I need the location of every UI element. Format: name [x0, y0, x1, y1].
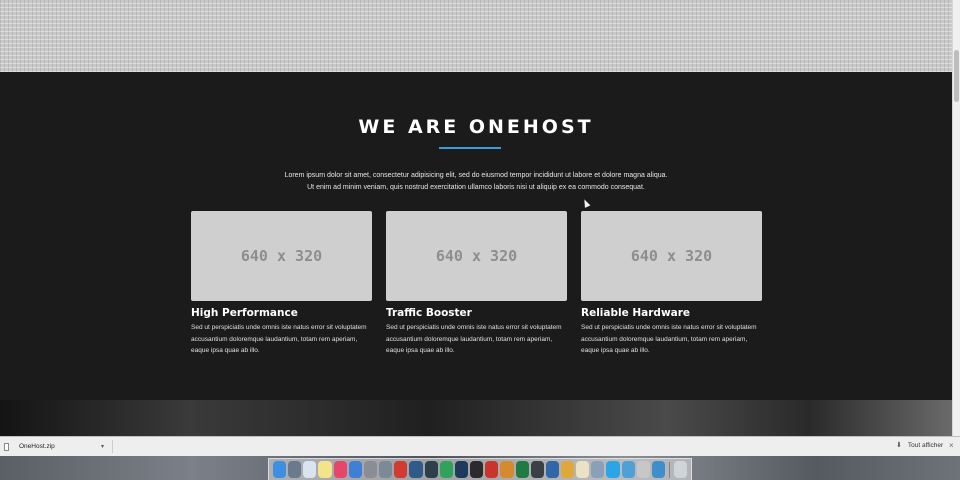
screen-sharing-icon[interactable] [409, 461, 423, 478]
disk-utility-icon[interactable] [379, 461, 393, 478]
safari-icon[interactable] [303, 461, 317, 478]
preview-icon[interactable] [591, 461, 605, 478]
title-underline [439, 147, 501, 149]
notes-icon[interactable] [318, 461, 332, 478]
page-scrollbar[interactable] [952, 0, 960, 436]
macos-dock [268, 458, 692, 480]
show-all-label: Tout afficher [907, 441, 944, 449]
excel-icon[interactable] [515, 461, 529, 478]
terminal-icon[interactable] [470, 461, 484, 478]
close-icon[interactable]: × [949, 441, 954, 450]
download-divider [112, 440, 113, 453]
feature-text: Sed ut perspiciatis unde omnis iste natu… [191, 324, 367, 354]
red-app-icon[interactable] [394, 461, 408, 478]
chevron-down-icon[interactable]: ▾ [101, 443, 104, 450]
about-section: WE ARE ONEHOST Lorem ipsum dolor sit ame… [0, 72, 952, 400]
skype-icon[interactable] [606, 461, 620, 478]
zip-file-icon [4, 442, 9, 451]
filezilla-icon[interactable] [485, 461, 499, 478]
intro-line-2: Ut enim ad minim veniam, quis nostrud ex… [307, 184, 645, 191]
feature-title: Reliable Hardware [581, 307, 691, 319]
download-shelf: OneHost.zip ▾ ⬇ Tout afficher × [0, 436, 960, 456]
feature-image-placeholder: 640 x 320 [581, 211, 762, 301]
feature-title: Traffic Booster [386, 307, 472, 319]
section-intro: Lorem ipsum dolor sit amet, consectetur … [226, 170, 726, 194]
finder-icon[interactable] [273, 461, 287, 478]
launchpad-icon[interactable] [288, 461, 302, 478]
feature-card: 640 x 320 Traffic Booster Sed ut perspic… [386, 211, 567, 357]
trello-icon[interactable] [621, 461, 635, 478]
browser-viewport: WE ARE ONEHOST Lorem ipsum dolor sit ame… [0, 0, 952, 436]
activity-monitor-icon[interactable] [424, 461, 438, 478]
system-preferences-icon[interactable] [363, 461, 378, 478]
download-item[interactable]: OneHost.zip ▾ [4, 440, 104, 453]
intro-line-1: Lorem ipsum dolor sit amet, consectetur … [284, 172, 668, 179]
feature-image-placeholder: 640 x 320 [386, 211, 567, 301]
feature-text: Sed ut perspiciatis unde omnis iste natu… [581, 324, 757, 354]
green-app-icon[interactable] [439, 461, 453, 478]
feature-image-placeholder: 640 x 320 [191, 211, 372, 301]
feature-card: 640 x 320 High Performance Sed ut perspi… [191, 211, 372, 357]
window-app-icon[interactable] [545, 461, 559, 478]
app-store-icon[interactable] [348, 461, 362, 478]
section-title: WE ARE ONEHOST [358, 116, 594, 138]
show-all-downloads-link[interactable]: ⬇ Tout afficher [896, 441, 944, 450]
chart-app-icon[interactable] [500, 461, 514, 478]
photoshop-icon[interactable] [454, 461, 469, 478]
sequel-pro-icon[interactable] [636, 461, 650, 478]
dark-app-icon[interactable] [530, 461, 544, 478]
globe-icon[interactable] [651, 461, 666, 478]
dock-separator [669, 461, 670, 478]
chrome-icon[interactable] [576, 461, 590, 478]
download-file-name: OneHost.zip [19, 443, 55, 450]
itunes-icon[interactable] [333, 461, 347, 478]
feature-title: High Performance [191, 307, 298, 319]
next-section-background [0, 400, 952, 436]
scrollbar-thumb[interactable] [954, 50, 959, 102]
header-pattern-background [0, 0, 952, 72]
download-arrow-icon: ⬇ [896, 442, 902, 449]
feature-text: Sed ut perspiciatis unde omnis iste natu… [386, 324, 562, 354]
cyberduck-icon[interactable] [560, 461, 575, 478]
feature-card: 640 x 320 Reliable Hardware Sed ut persp… [581, 211, 762, 357]
trash-icon[interactable] [673, 461, 687, 478]
